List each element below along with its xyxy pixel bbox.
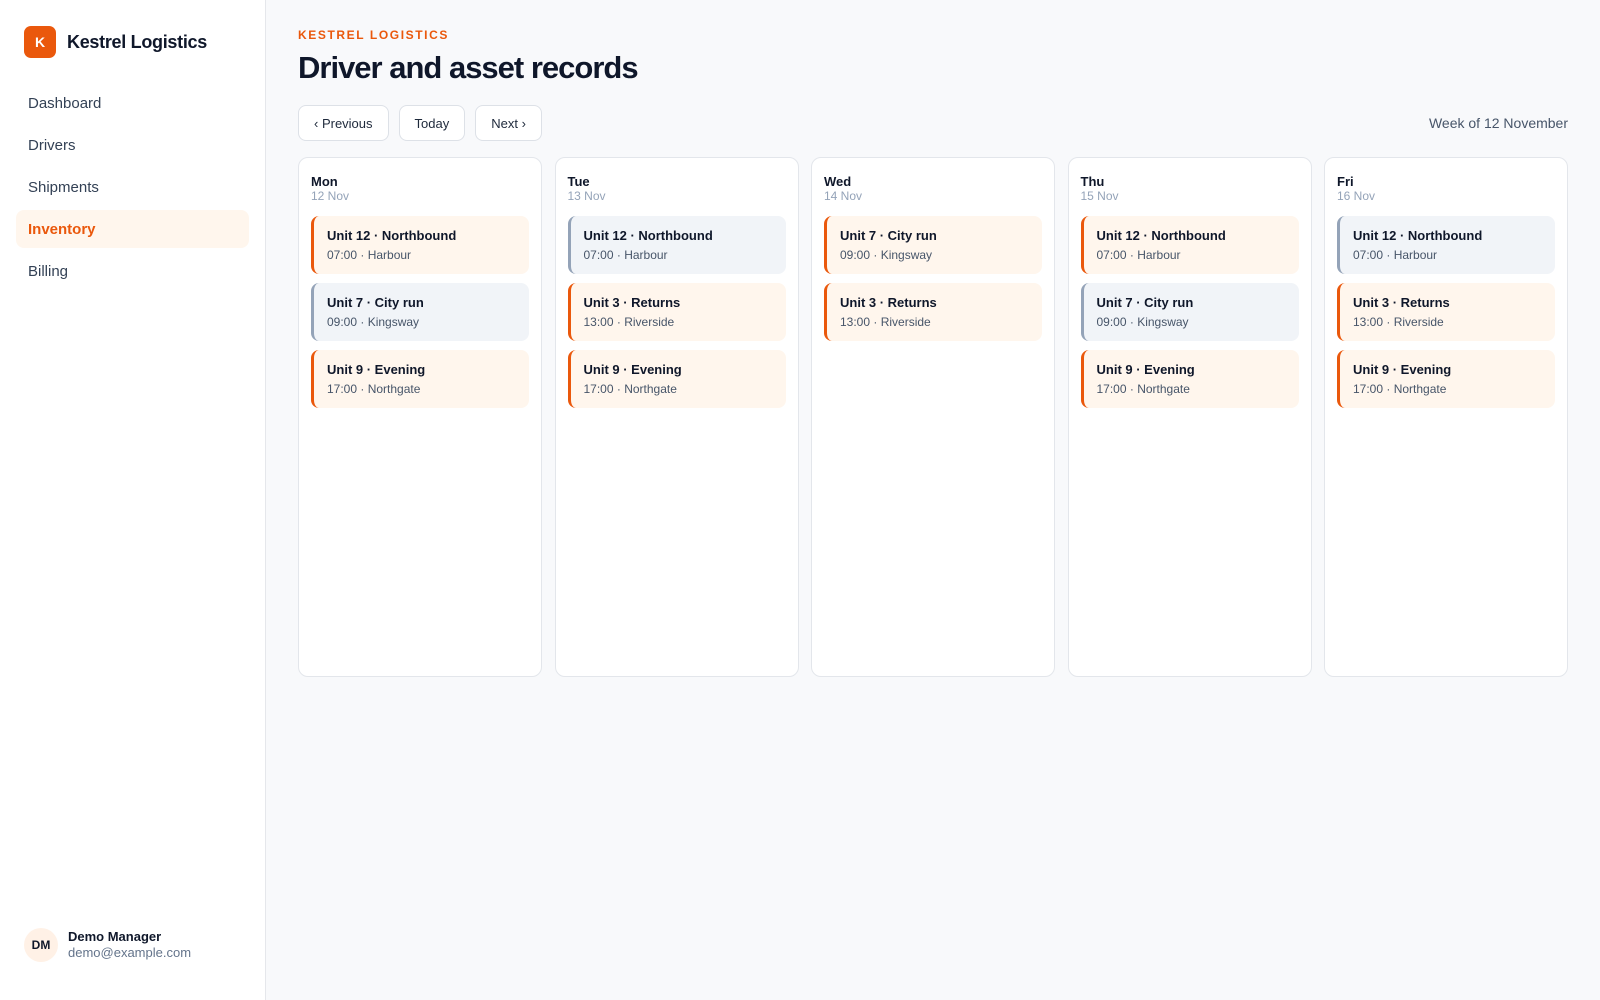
shift-detail: 07:00 · Harbour bbox=[583, 248, 668, 262]
shift-title: Unit 12 · Northbound bbox=[327, 228, 457, 243]
week-navigation: ‹ Previous Today Next › bbox=[298, 105, 552, 141]
day-date: 12 Nov bbox=[311, 189, 350, 203]
user-name: Demo Manager bbox=[68, 929, 162, 944]
day-column-wed: Wed 14 Nov Unit 7 · City run 09:00 · Kin… bbox=[811, 157, 1055, 677]
shift-title: Unit 7 · City run bbox=[1096, 295, 1194, 310]
shift-card[interactable]: Unit 7 · City run 09:00 · Kingsway bbox=[824, 216, 1042, 274]
shift-title: Unit 12 · Northbound bbox=[1353, 228, 1483, 243]
today-button[interactable]: Today bbox=[398, 105, 466, 141]
shift-card[interactable]: Unit 9 · Evening 17:00 · Northgate bbox=[567, 350, 786, 408]
week-calendar: Mon 12 Nov Unit 12 · Northbound 07:00 · … bbox=[298, 157, 1568, 677]
shift-title: Unit 7 · City run bbox=[327, 295, 424, 310]
day-column-thu: Thu 15 Nov Unit 12 · Northbound 07:00 · … bbox=[1067, 157, 1312, 677]
shift-card[interactable]: Unit 3 · Returns 13:00 · Riverside bbox=[824, 283, 1042, 341]
sidebar-nav: Dashboard Drivers Shipments Inventory Bi… bbox=[16, 84, 249, 294]
shift-card[interactable]: Unit 7 · City run 09:00 · Kingsway bbox=[311, 283, 529, 341]
avatar: DM bbox=[24, 928, 58, 962]
brand[interactable]: K Kestrel Logistics bbox=[24, 26, 207, 58]
user-email: demo@example.com bbox=[68, 945, 192, 960]
sidebar-item-drivers[interactable]: Drivers bbox=[16, 126, 249, 164]
brand-name: Kestrel Logistics bbox=[67, 31, 207, 52]
user-info: Demo Manager demo@example.com bbox=[68, 929, 191, 961]
sidebar-item-dashboard[interactable]: Dashboard bbox=[16, 84, 249, 122]
page-eyebrow: KESTREL LOGISTICS bbox=[298, 28, 449, 42]
day-column-mon: Mon 12 Nov Unit 12 · Northbound 07:00 · … bbox=[298, 157, 542, 677]
shift-detail: 17:00 · Northgate bbox=[327, 382, 421, 396]
sidebar: K Kestrel Logistics Dashboard Drivers Sh… bbox=[0, 0, 266, 1000]
day-column-tue: Tue 13 Nov Unit 12 · Northbound 07:00 · … bbox=[554, 157, 799, 677]
day-column-fri: Fri 16 Nov Unit 12 · Northbound 07:00 · … bbox=[1324, 157, 1568, 677]
next-week-button[interactable]: Next › bbox=[475, 105, 542, 141]
shift-detail: 17:00 · Northgate bbox=[1353, 382, 1447, 396]
shift-card[interactable]: Unit 3 · Returns 13:00 · Riverside bbox=[1337, 283, 1555, 341]
shift-title: Unit 7 · City run bbox=[840, 228, 937, 243]
shift-detail: 17:00 · Northgate bbox=[1096, 382, 1190, 396]
shift-detail: 07:00 · Harbour bbox=[1353, 248, 1438, 262]
page-title: Driver and asset records bbox=[298, 50, 639, 85]
shift-detail: 13:00 · Riverside bbox=[840, 315, 931, 329]
day-name: Tue bbox=[567, 174, 590, 189]
day-date: 16 Nov bbox=[1337, 189, 1376, 203]
shift-card[interactable]: Unit 9 · Evening 17:00 · Northgate bbox=[1080, 350, 1299, 408]
shift-card[interactable]: Unit 12 · Northbound 07:00 · Harbour bbox=[1080, 216, 1299, 274]
shift-title: Unit 12 · Northbound bbox=[583, 228, 713, 243]
day-name: Fri bbox=[1337, 174, 1354, 189]
shift-card[interactable]: Unit 12 · Northbound 07:00 · Harbour bbox=[567, 216, 786, 274]
shift-card[interactable]: Unit 9 · Evening 17:00 · Northgate bbox=[311, 350, 529, 408]
shift-title: Unit 9 · Evening bbox=[1096, 362, 1195, 377]
day-name: Wed bbox=[824, 174, 852, 189]
shift-title: Unit 3 · Returns bbox=[840, 295, 937, 310]
day-name: Mon bbox=[311, 174, 338, 189]
week-label: Week of 12 November bbox=[1428, 115, 1568, 131]
user-profile[interactable]: DM Demo Manager demo@example.com bbox=[24, 928, 191, 962]
shift-detail: 13:00 · Riverside bbox=[1353, 315, 1444, 329]
day-date: 13 Nov bbox=[567, 189, 606, 203]
shift-detail: 13:00 · Riverside bbox=[583, 315, 675, 329]
day-date: 14 Nov bbox=[824, 189, 863, 203]
day-date: 15 Nov bbox=[1080, 189, 1119, 203]
shift-detail: 07:00 · Harbour bbox=[327, 248, 412, 262]
shift-detail: 09:00 · Kingsway bbox=[327, 315, 420, 329]
shift-title: Unit 3 · Returns bbox=[583, 295, 681, 310]
previous-week-button[interactable]: ‹ Previous bbox=[298, 105, 389, 141]
shift-card[interactable]: Unit 3 · Returns 13:00 · Riverside bbox=[567, 283, 786, 341]
shift-card[interactable]: Unit 7 · City run 09:00 · Kingsway bbox=[1080, 283, 1299, 341]
shift-card[interactable]: Unit 12 · Northbound 07:00 · Harbour bbox=[311, 216, 529, 274]
shift-title: Unit 12 · Northbound bbox=[1096, 228, 1226, 243]
shift-detail: 09:00 · Kingsway bbox=[1096, 315, 1189, 329]
shift-title: Unit 9 · Evening bbox=[327, 362, 426, 377]
brand-logo-icon: K bbox=[24, 26, 56, 58]
shift-title: Unit 3 · Returns bbox=[1353, 295, 1450, 310]
shift-detail: 07:00 · Harbour bbox=[1096, 248, 1181, 262]
shift-card[interactable]: Unit 12 · Northbound 07:00 · Harbour bbox=[1337, 216, 1555, 274]
shift-title: Unit 9 · Evening bbox=[583, 362, 682, 377]
day-name: Thu bbox=[1080, 174, 1105, 189]
sidebar-item-billing[interactable]: Billing bbox=[16, 252, 249, 290]
sidebar-item-shipments[interactable]: Shipments bbox=[16, 168, 249, 206]
shift-detail: 09:00 · Kingsway bbox=[840, 248, 933, 262]
shift-detail: 17:00 · Northgate bbox=[583, 382, 677, 396]
sidebar-item-inventory[interactable]: Inventory bbox=[16, 210, 249, 248]
shift-title: Unit 9 · Evening bbox=[1353, 362, 1452, 377]
shift-card[interactable]: Unit 9 · Evening 17:00 · Northgate bbox=[1337, 350, 1555, 408]
